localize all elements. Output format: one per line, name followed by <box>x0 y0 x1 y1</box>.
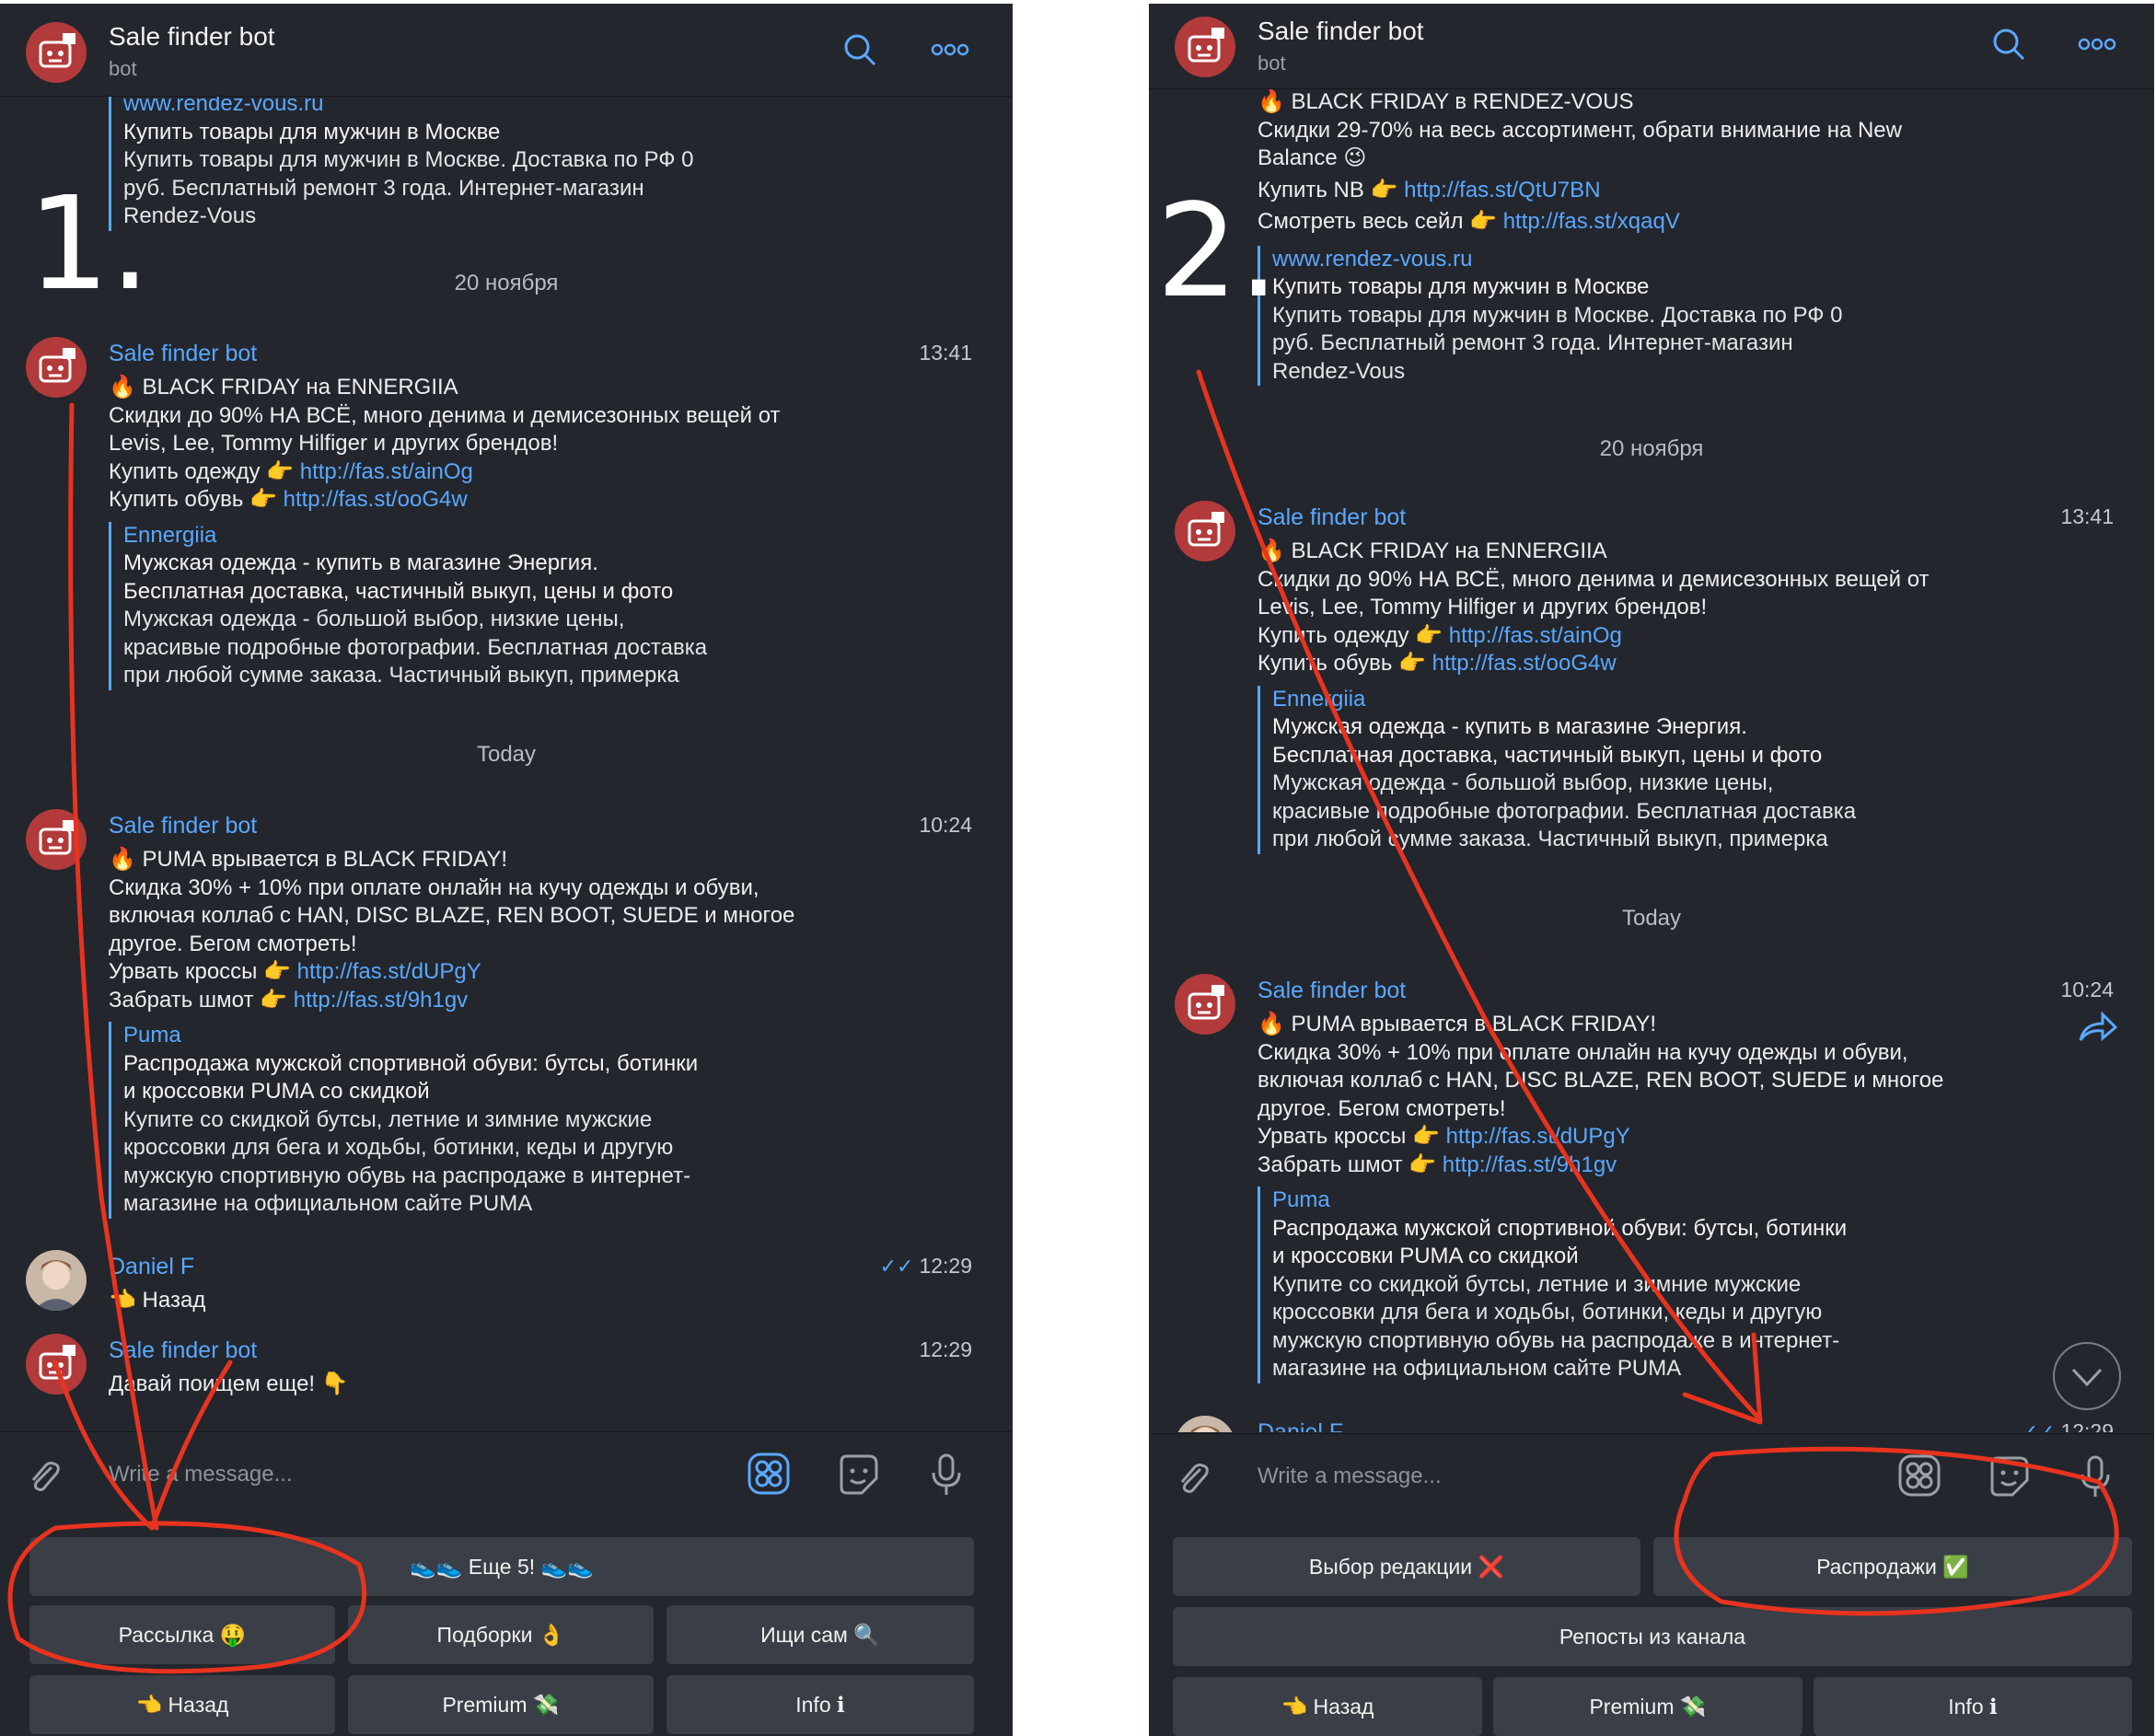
kb-button-premium[interactable]: Premium 💸 <box>1493 1677 1802 1736</box>
sender-name[interactable]: Sale finder bot <box>109 813 257 839</box>
step-number: 2. <box>1156 177 1280 327</box>
chat-title: Sale finder bot <box>109 22 275 51</box>
kb-button-more[interactable]: 👟👟 Еще 5! 👟👟 <box>29 1537 974 1596</box>
sender-name[interactable]: Sale finder bot <box>1258 978 1406 1004</box>
kb-button-collections[interactable]: Подборки 👌 <box>348 1605 654 1664</box>
message-composer: Write a message... <box>1149 1433 2154 1519</box>
chat-subtitle: bot <box>1258 52 1286 75</box>
message-link[interactable]: http://fas.st/xqaqV <box>1503 209 1680 234</box>
link-preview[interactable]: www.rendez-vous.ru Купить товары для муж… <box>1258 245 2117 386</box>
message-time: 10:24 <box>2060 978 2114 1001</box>
sticker-icon[interactable] <box>836 1452 880 1497</box>
chat-window-1: Sale finder bot bot 1. www.rendez-vous.r… <box>0 4 1013 1736</box>
kb-button-mailing[interactable]: Рассылка 🤑 <box>29 1605 335 1664</box>
chat-title: Sale finder bot <box>1258 17 1424 45</box>
message-time: 13:41 <box>919 341 972 365</box>
user-avatar[interactable] <box>26 1250 87 1311</box>
message-link[interactable]: http://fas.st/9h1gv <box>1443 1152 1617 1177</box>
message-link[interactable]: http://fas.st/9h1gv <box>294 988 468 1013</box>
message-time: 12:29 <box>2060 1419 2114 1432</box>
message-link[interactable]: http://fas.st/ooG4w <box>1432 651 1617 676</box>
date-separator: 20 ноября <box>1599 436 1704 461</box>
read-check-icon: ✓✓ <box>2021 1420 2056 1432</box>
message-list[interactable]: www.rendez-vous.ru Купить товары для муж… <box>0 96 1013 1432</box>
message-link[interactable]: http://fas.st/ooG4w <box>284 487 468 512</box>
message-link[interactable]: http://fas.st/QtU7BN <box>1404 178 1600 203</box>
kb-button-premium[interactable]: Premium 💸 <box>348 1675 654 1734</box>
bot-avatar[interactable] <box>26 22 87 83</box>
message-time: 10:24 <box>919 813 972 837</box>
kb-button-editors-choice[interactable]: Выбор редакции ❌ <box>1173 1537 1640 1596</box>
link-preview[interactable]: Puma Распродажа мужской спортивной обуви… <box>1258 1186 2117 1383</box>
bot-avatar[interactable] <box>1175 17 1235 77</box>
chat-header: Sale finder bot bot <box>1149 4 2154 89</box>
link-preview[interactable]: Puma Распродажа мужской спортивной обуви… <box>109 1022 976 1219</box>
step-number: 1. <box>28 169 151 319</box>
message-link[interactable]: http://fas.st/dUPgY <box>1446 1124 1630 1149</box>
message-composer: Write a message... <box>0 1431 1013 1517</box>
link-preview[interactable]: Ennergiia Мужская одежда - купить в мага… <box>1258 685 2117 854</box>
kb-button-info[interactable]: Info ℹ <box>1814 1677 2132 1736</box>
message-input[interactable]: Write a message... <box>109 1462 293 1487</box>
search-icon[interactable] <box>1990 26 2027 63</box>
sender-name[interactable]: Sale finder bot <box>109 1337 257 1364</box>
chat-window-2: Sale finder bot bot 2. 🔥 BLACK FRIDAY в … <box>1149 4 2154 1736</box>
read-check-icon: ✓✓ <box>879 1255 914 1278</box>
bot-avatar[interactable] <box>26 1334 87 1395</box>
message-time: 12:29 <box>919 1254 972 1278</box>
sender-name[interactable]: Sale finder bot <box>1258 504 1406 531</box>
microphone-icon[interactable] <box>930 1452 963 1497</box>
chat-header: Sale finder bot bot <box>0 4 1013 97</box>
scroll-down-button[interactable] <box>2053 1342 2121 1410</box>
link-preview[interactable]: www.rendez-vous.ru Купить товары для муж… <box>109 96 976 231</box>
kb-button-back[interactable]: 👈 Назад <box>29 1675 335 1734</box>
bot-keyboard: Выбор редакции ❌ Распродажи ✅ Репосты из… <box>1149 1519 2154 1736</box>
message-time: 13:41 <box>2060 504 2114 528</box>
chat-subtitle: bot <box>109 57 137 80</box>
date-separator: 20 ноября <box>454 271 559 295</box>
message-list[interactable]: 🔥 BLACK FRIDAY в RENDEZ-VOUS Скидки 29-7… <box>1149 88 2154 1432</box>
bot-avatar[interactable] <box>26 809 87 870</box>
user-avatar[interactable] <box>1175 1416 1235 1432</box>
sender-name[interactable]: Daniel F <box>109 1254 194 1280</box>
more-icon[interactable] <box>2077 26 2117 63</box>
message-link[interactable]: http://fas.st/ainOg <box>1449 623 1622 648</box>
attach-icon[interactable] <box>1175 1460 1211 1497</box>
kb-button-back[interactable]: 👈 Назад <box>1173 1677 1482 1736</box>
microphone-icon[interactable] <box>2079 1454 2112 1499</box>
sender-name[interactable]: Sale finder bot <box>109 341 257 367</box>
chevron-down-icon <box>2071 1368 2103 1387</box>
message-link[interactable]: http://fas.st/ainOg <box>300 459 473 484</box>
link-preview[interactable]: Ennergiia Мужская одежда - купить в мага… <box>109 521 976 690</box>
kb-button-reposts[interactable]: Репосты из канала <box>1173 1607 2132 1666</box>
kb-button-info[interactable]: Info ℹ <box>667 1675 974 1734</box>
message-input[interactable]: Write a message... <box>1258 1464 1442 1489</box>
bot-keyboard: 👟👟 Еще 5! 👟👟 Рассылка 🤑 Подборки 👌 Ищи с… <box>0 1517 1013 1736</box>
bot-avatar[interactable] <box>1175 501 1235 561</box>
date-separator: Today <box>1621 906 1682 931</box>
message-time: 12:29 <box>919 1337 972 1361</box>
date-separator: Today <box>476 742 537 767</box>
kb-button-sales[interactable]: Распродажи ✅ <box>1653 1537 2132 1596</box>
bot-keyboard-icon[interactable] <box>1898 1454 1941 1497</box>
more-icon[interactable] <box>930 31 970 68</box>
kb-button-search[interactable]: Ищи сам 🔍 <box>667 1605 974 1664</box>
bot-keyboard-icon[interactable] <box>748 1452 790 1495</box>
search-icon[interactable] <box>841 31 878 68</box>
attach-icon[interactable] <box>26 1458 63 1495</box>
sticker-icon[interactable] <box>1987 1454 2031 1499</box>
message-link[interactable]: http://fas.st/dUPgY <box>297 959 481 984</box>
bot-avatar[interactable] <box>26 337 87 398</box>
sender-name[interactable]: Daniel F <box>1258 1419 1343 1432</box>
bot-avatar[interactable] <box>1175 974 1235 1035</box>
